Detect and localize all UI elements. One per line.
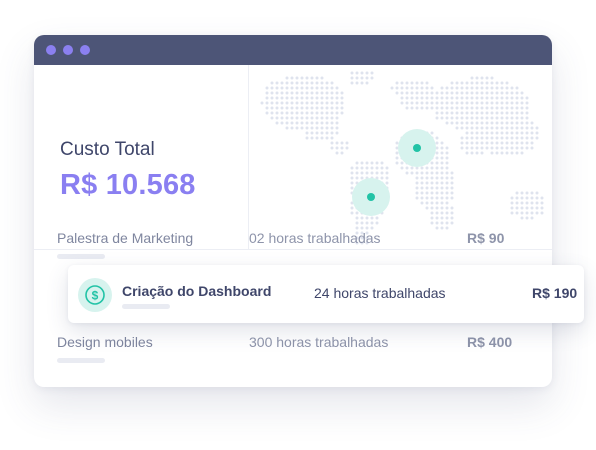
summary-section: Custo Total R$ 10.568 bbox=[34, 65, 552, 249]
row-progress-bar bbox=[57, 254, 105, 259]
row-hours: 24 horas trabalhadas bbox=[314, 285, 446, 301]
south-america-marker[interactable] bbox=[352, 178, 390, 216]
row-task-name: Palestra de Marketing bbox=[57, 230, 194, 246]
row-hours: 300 horas trabalhadas bbox=[249, 334, 389, 350]
window-dot-icon[interactable] bbox=[80, 45, 90, 55]
world-map-graphic bbox=[260, 71, 544, 245]
row-task-name: Criação do Dashboard bbox=[122, 283, 272, 299]
row-price: R$ 90 bbox=[467, 230, 505, 246]
row-progress-bar bbox=[122, 304, 170, 309]
section-divider bbox=[34, 249, 552, 250]
window-dot-icon[interactable] bbox=[63, 45, 73, 55]
north-africa-marker[interactable] bbox=[398, 129, 436, 167]
svg-text:$: $ bbox=[92, 289, 99, 303]
row-progress-bar bbox=[57, 358, 105, 363]
row-hours: 02 horas trabalhadas bbox=[249, 230, 381, 246]
total-cost-value: R$ 10.568 bbox=[60, 169, 196, 201]
window-titlebar bbox=[34, 35, 552, 65]
table-row-highlighted[interactable]: $ Criação do Dashboard 24 horas trabalha… bbox=[68, 265, 584, 323]
dollar-coin-icon: $ bbox=[78, 278, 112, 312]
world-map bbox=[249, 65, 552, 247]
app-window: Custo Total R$ 10.568 Palestra de Market… bbox=[34, 35, 552, 387]
window-dot-icon[interactable] bbox=[46, 45, 56, 55]
row-price: R$ 400 bbox=[467, 334, 513, 350]
row-price: R$ 190 bbox=[532, 285, 578, 301]
row-task-name: Design mobiles bbox=[57, 334, 153, 350]
total-cost-label: Custo Total bbox=[60, 139, 155, 160]
total-cost-panel: Custo Total R$ 10.568 bbox=[34, 65, 248, 249]
